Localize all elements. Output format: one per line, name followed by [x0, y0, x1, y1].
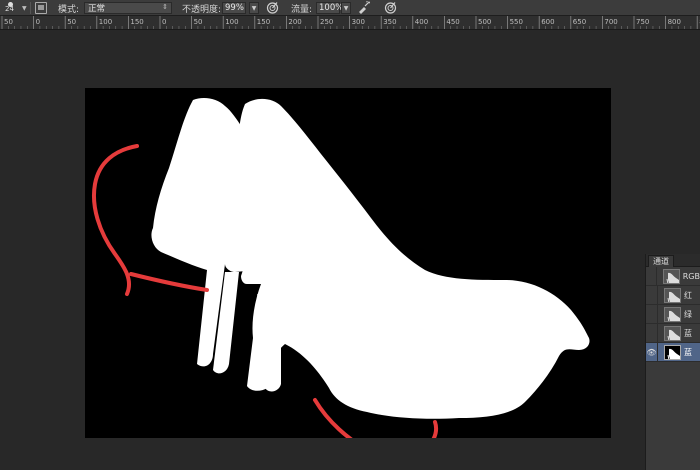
flow-label: 流量: — [291, 4, 313, 15]
ruler-tick-label: 700 — [604, 18, 617, 26]
channel-name: RGB — [682, 271, 700, 281]
opacity-input[interactable]: 99% — [222, 2, 246, 14]
ruler-tick-label: 250 — [320, 18, 333, 26]
ruler-tick-label: 300 — [352, 18, 365, 26]
eye-icon: 👁 — [646, 347, 657, 357]
horizontal-ruler[interactable]: 50 0 50 100 150 0 50 100 150 200 250 300 350 400 450 50… — [0, 16, 700, 30]
ruler-tick-label: 500 — [478, 18, 491, 26]
visibility-toggle[interactable] — [646, 323, 658, 343]
visibility-toggle[interactable]: 👁 — [646, 342, 658, 362]
shoe-silhouette-front — [233, 98, 590, 419]
flow-slider-button[interactable]: ▼ — [341, 2, 351, 14]
chevron-down-icon: ▼ — [343, 4, 349, 12]
channel-thumbnail — [664, 325, 681, 341]
channel-thumbnail — [663, 268, 680, 284]
tab-channels[interactable]: 通道 — [648, 255, 674, 267]
document-canvas[interactable] — [85, 88, 611, 438]
ruler-tick-label: 50 — [4, 18, 13, 26]
brush-preset-picker[interactable]: 24 ▼ — [2, 0, 28, 16]
brush-panel-toggle-icon[interactable] — [35, 2, 47, 14]
ruler-tick-label: 600 — [541, 18, 554, 26]
ruler-ticks: 50 0 50 100 150 0 50 100 150 200 250 300 350 400 450 50… — [1, 16, 700, 29]
chevron-down-icon: ▼ — [22, 5, 27, 12]
channel-name: 蓝 — [684, 347, 692, 357]
ruler-tick-label: 200 — [288, 18, 301, 26]
mode-select-value: 正常 — [88, 4, 106, 14]
ruler-tick-label: 100 — [225, 18, 238, 26]
ruler-tick-label: 450 — [446, 18, 459, 26]
ruler-tick-label: 50 — [194, 18, 203, 26]
pressure-opacity-icon[interactable] — [266, 1, 279, 14]
ruler-tick-label: 400 — [415, 18, 428, 26]
ruler-tick-label: 750 — [636, 18, 649, 26]
channel-name: 绿 — [684, 309, 692, 319]
ruler-tick-label: 800 — [668, 18, 681, 26]
channel-name: 红 — [684, 290, 692, 300]
brush-size-value: 24 — [5, 5, 14, 13]
ruler-tick-label: 150 — [257, 18, 270, 26]
opacity-slider-button[interactable]: ▼ — [249, 2, 259, 14]
channel-row-red[interactable]: 红 — [646, 285, 700, 305]
channel-row-green[interactable]: 绿 — [646, 304, 700, 324]
ruler-tick-label: 150 — [130, 18, 143, 26]
visibility-toggle[interactable] — [646, 285, 658, 305]
channels-panel: 通道 RGB 红 绿 蓝 👁 蓝 — [645, 254, 700, 470]
mode-select[interactable]: 正常 ⇕ — [84, 2, 172, 14]
visibility-toggle[interactable] — [646, 304, 658, 324]
ruler-tick-label: 0 — [36, 18, 40, 26]
opacity-label: 不透明度: — [182, 4, 222, 15]
ruler-tick-label: 550 — [510, 18, 523, 26]
channel-thumbnail — [664, 344, 681, 360]
channel-name: 蓝 — [684, 328, 692, 338]
toolbar-separator — [30, 2, 31, 14]
chevron-down-icon: ▼ — [251, 4, 257, 12]
pressure-size-icon[interactable] — [384, 1, 397, 14]
channel-mask-image — [92, 98, 590, 438]
ruler-tick-label: 650 — [573, 18, 586, 26]
channel-thumbnail — [664, 306, 681, 322]
airbrush-icon[interactable] — [357, 1, 371, 14]
ruler-tick-label: 350 — [383, 18, 396, 26]
chevron-updown-icon: ⇕ — [162, 3, 168, 11]
channel-row-rgb[interactable]: RGB — [646, 266, 700, 286]
flow-input[interactable]: 100% — [316, 2, 343, 14]
visibility-toggle[interactable] — [646, 266, 658, 286]
channel-thumbnail — [664, 287, 681, 303]
ruler-tick-label: 50 — [67, 18, 76, 26]
channels-panel-header: 通道 — [646, 254, 700, 267]
mode-label: 模式: — [58, 4, 80, 15]
ruler-tick-label: 0 — [162, 18, 166, 26]
channel-row-blue[interactable]: 蓝 — [646, 323, 700, 343]
channel-row-blue-copy[interactable]: 👁 蓝 — [646, 342, 700, 362]
ruler-tick-label: 100 — [99, 18, 112, 26]
document-workspace[interactable] — [0, 30, 700, 470]
options-bar: 24 ▼ 模式: 正常 ⇕ 不透明度: 99% ▼ 流量: 100% ▼ — [0, 0, 700, 16]
